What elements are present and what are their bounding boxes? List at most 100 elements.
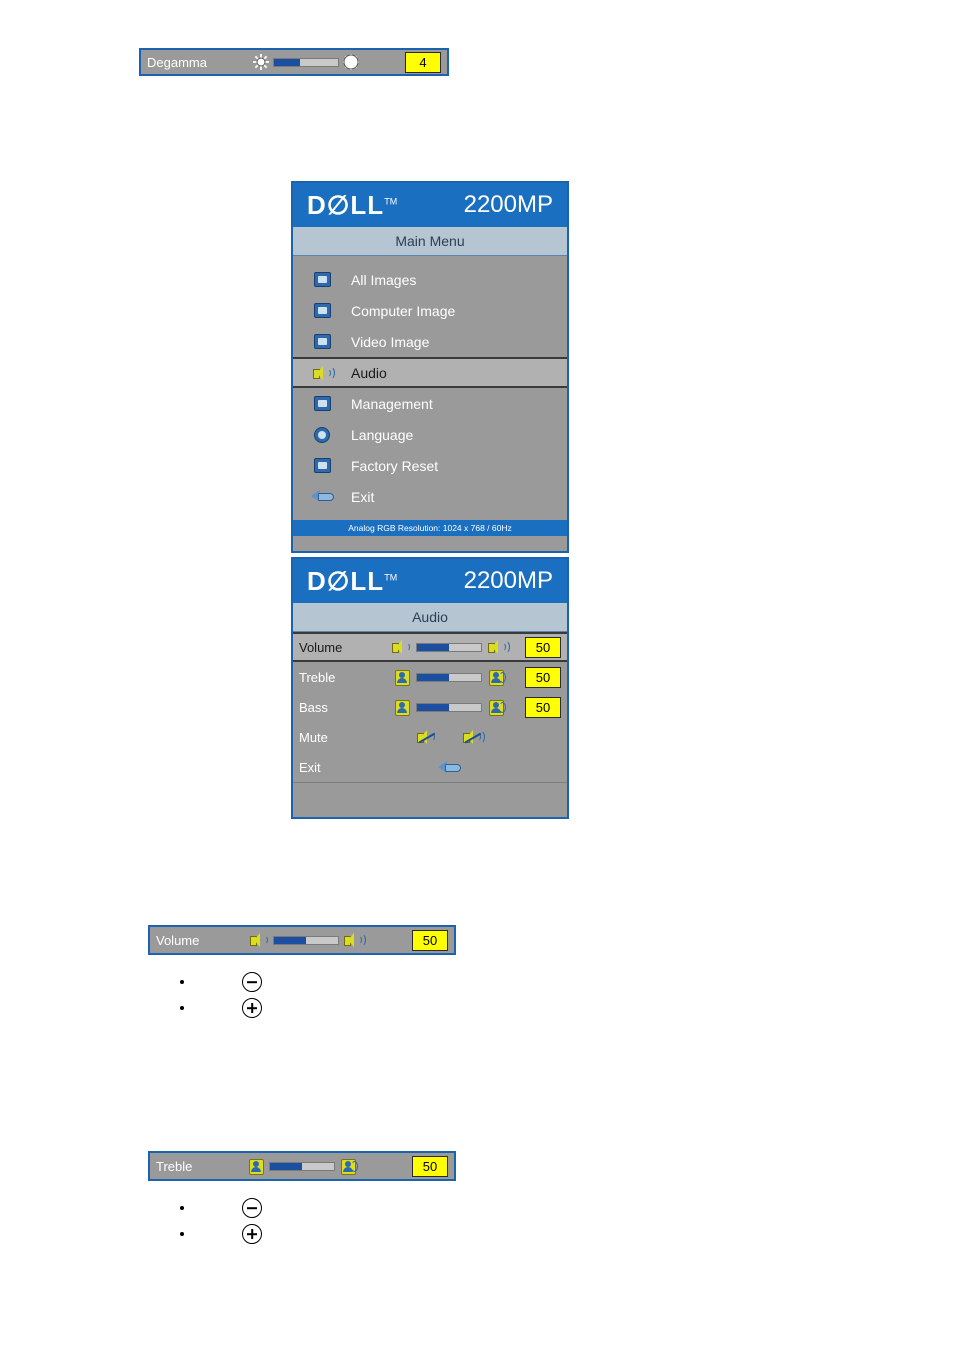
audio-row-bass[interactable]: Bass 50 [293,692,567,722]
menu-item-video-image[interactable]: Video Image [293,326,567,357]
audio-row-treble[interactable]: Treble 50 [293,662,567,692]
mute-on-icon[interactable] [462,729,485,745]
volume-value-wrap: 50 [521,636,561,658]
bullet-dot [180,1006,184,1010]
main-menu-title: Main Menu [293,227,567,256]
audio-row-label: Volume [299,639,343,655]
volume-bar-controls [199,932,412,948]
volume-bullet-minus [180,972,262,992]
all-images-icon [293,272,351,287]
degamma-controls [207,54,405,70]
menu-item-factory-reset[interactable]: Factory Reset [293,450,567,481]
bass-controls [377,699,521,716]
menu-item-exit[interactable]: Exit [293,481,567,512]
speaker-high-icon [343,932,366,948]
treble-bullet-minus [180,1198,262,1218]
projector-model: 2200MP [463,191,553,218]
volume-controls [377,639,521,655]
plus-circle-icon [242,998,262,1018]
mute-controls [377,729,521,745]
sun-large-icon [342,54,359,70]
degamma-value: 4 [405,51,441,73]
audio-osd-panel: D∅LLTM 2200MP Audio Volume 50 Treble 50 … [291,557,569,819]
exit-controls [377,760,521,774]
menu-item-label: All Images [351,271,417,288]
language-globe-icon [293,426,351,443]
bass-slider[interactable] [416,702,482,712]
menu-item-label: Language [351,426,414,443]
menu-item-computer-image[interactable]: Computer Image [293,295,567,326]
computer-image-icon [293,303,351,318]
speaker-low-icon [249,932,269,948]
minus-circle-icon [242,972,262,992]
volume-value: 50 [525,636,561,658]
menu-spacer-bottom [293,512,567,520]
menu-item-label: Video Image [351,333,430,350]
bass-value-wrap: 50 [521,696,561,718]
exit-arrow-icon [293,490,351,503]
volume-osd-bar[interactable]: Volume 50 [148,925,456,955]
menu-item-label: Management [351,395,433,412]
speaker-high-icon [487,639,510,655]
treble-high-icon [339,1158,359,1175]
treble-low-icon [393,669,411,686]
volume-bullet-plus [180,998,262,1018]
video-image-icon [293,334,351,349]
audio-speaker-icon [293,365,351,381]
treble-bar-value: 50 [412,1155,448,1177]
menu-item-label: Audio [351,364,387,381]
volume-bar-value: 50 [412,929,448,951]
audio-title: Audio [293,603,567,632]
treble-low-icon [247,1158,265,1175]
audio-row-exit[interactable]: Exit [293,752,567,782]
treble-value: 50 [525,666,561,688]
mute-off-icon[interactable] [416,729,436,745]
menu-item-all-images[interactable]: All Images [293,264,567,295]
audio-row-volume[interactable]: Volume 50 [293,632,567,662]
treble-high-icon [487,669,506,686]
volume-label: Volume [156,932,200,948]
treble-bar-controls [192,1158,412,1175]
plus-circle-icon [242,1224,262,1244]
menu-item-management[interactable]: Management [293,388,567,419]
degamma-label: Degamma [147,54,207,70]
audio-row-label: Bass [299,699,328,715]
bullet-dot [180,1232,184,1236]
treble-bar-slider[interactable] [269,1161,336,1171]
bass-value: 50 [525,696,561,718]
menu-item-label: Factory Reset [351,457,439,474]
main-menu-footer-status: Analog RGB Resolution: 1024 x 768 / 60Hz [293,520,567,536]
volume-slider[interactable] [416,642,482,652]
audio-row-label: Exit [299,759,321,775]
treble-controls [377,669,521,686]
minus-circle-icon [242,1198,262,1218]
degamma-slider[interactable] [272,57,339,67]
treble-value-wrap: 50 [521,666,561,688]
menu-item-label: Exit [351,488,375,505]
audio-row-label: Mute [299,729,328,745]
trademark-mark: TM [384,195,398,206]
dell-logo: D∅LLTM [307,565,398,596]
speaker-low-icon [391,639,411,655]
bass-high-icon [487,699,506,716]
audio-row-mute[interactable]: Mute [293,722,567,752]
audio-footer-blank [293,782,567,805]
factory-reset-icon [293,458,351,473]
volume-bar-slider[interactable] [272,935,339,945]
treble-osd-bar[interactable]: Treble 50 [148,1151,456,1181]
menu-spacer-top [293,256,567,264]
dell-logo: D∅LLTM [307,189,398,220]
menu-item-language[interactable]: Language [293,419,567,450]
bullet-dot [180,980,184,984]
main-menu-header: D∅LLTM 2200MP [293,183,567,227]
menu-item-audio[interactable]: Audio [293,357,567,388]
treble-slider[interactable] [416,672,482,682]
audio-header: D∅LLTM 2200MP [293,559,567,603]
sun-small-icon [252,54,269,70]
bass-low-icon [393,699,411,716]
degamma-osd-bar[interactable]: Degamma 4 [139,48,449,76]
exit-arrow-icon[interactable] [438,760,461,774]
main-menu-osd-panel: D∅LLTM 2200MP Main Menu All Images Compu… [291,181,569,553]
menu-item-label: Computer Image [351,302,456,319]
trademark-mark: TM [384,571,398,582]
